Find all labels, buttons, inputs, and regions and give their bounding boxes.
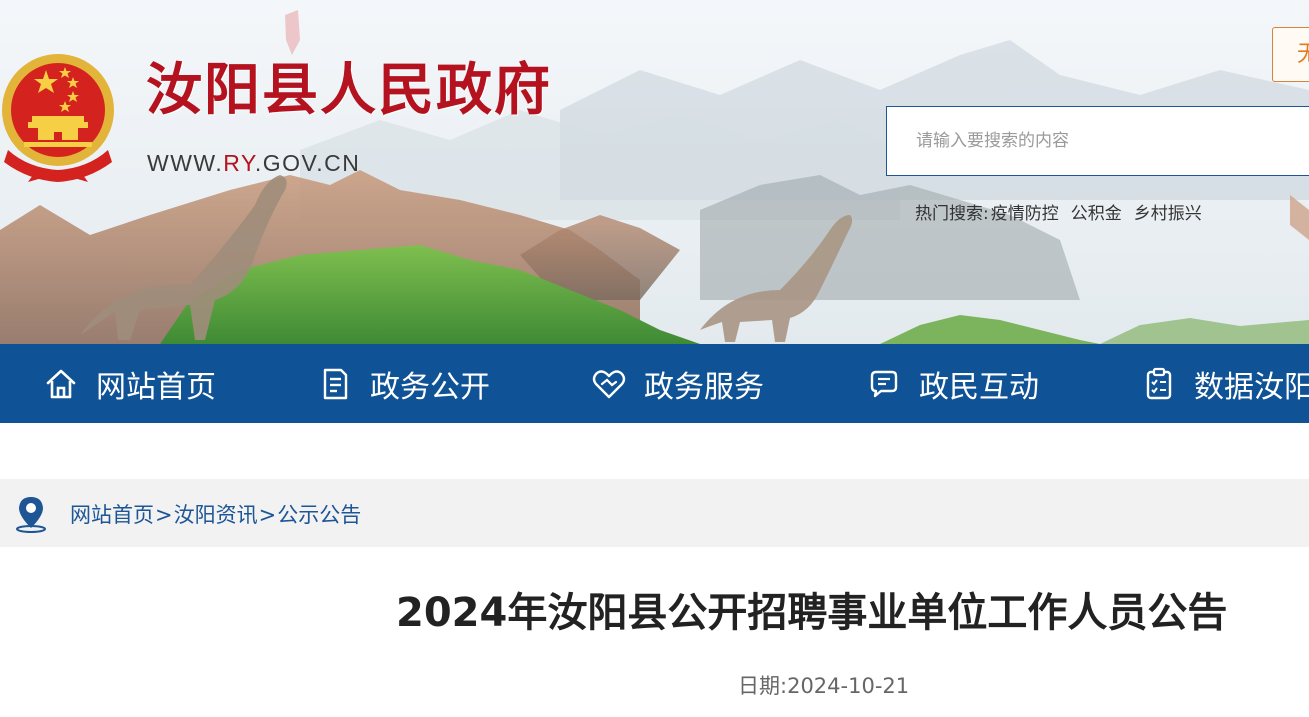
national-emblem-icon [2,54,114,182]
nav-label: 政务服务 [644,369,764,405]
chat-bubble-icon [865,365,903,403]
nav-label: 数据汝阳 [1194,369,1309,405]
site-url-prefix: WWW. [147,150,224,176]
nav-item-government-affairs[interactable]: 政务公开 [316,344,490,423]
site-url-suffix: .GOV.CN [254,150,361,176]
article-date-value: 2024-10-21 [787,674,910,698]
breadcrumb: 网站首页>汝阳资讯>公示公告 [0,479,1309,547]
clipboard-checklist-icon [1140,365,1178,403]
article-date-label: 日期: [738,674,788,698]
hot-search: 热门搜索: 疫情防控 公积金 乡村振兴 [915,199,1202,224]
breadcrumb-separator: > [155,503,173,527]
header-banner: 汝阳县人民政府 WWW.RY.GOV.CN 无 热门搜索:疫情防控公积金乡村振兴 [0,0,1309,344]
article-date: 日期:2024-10-21 [738,670,909,700]
breadcrumb-separator: > [258,503,277,527]
site-url: WWW.RY.GOV.CN [147,150,360,177]
nav-item-government-services[interactable]: 政务服务 [590,344,764,423]
nav-label: 政务公开 [370,369,490,405]
nav-label: 网站首页 [96,369,216,405]
home-icon [42,365,80,403]
document-icon [316,365,354,403]
hot-search-link[interactable]: 乡村振兴 [1134,204,1202,224]
breadcrumb-link-announcements[interactable]: 公示公告 [277,503,361,527]
nav-item-home[interactable]: 网站首页 [42,344,216,423]
hot-search-link[interactable]: 疫情防控 [991,204,1059,224]
breadcrumb-trail: 网站首页>汝阳资讯>公示公告 [70,499,361,529]
nav-item-public-interaction[interactable]: 政民互动 [865,344,1039,423]
handshake-heart-icon [590,365,628,403]
hot-search-link[interactable]: 公积金 [1071,204,1122,224]
nav-label: 政民互动 [919,369,1039,405]
location-pin-icon [16,497,46,533]
search-input[interactable] [887,107,1309,175]
search-box [886,106,1309,176]
nav-item-data-ruyang[interactable]: 数据汝阳 [1140,344,1309,423]
breadcrumb-link-news[interactable]: 汝阳资讯 [174,503,258,527]
breadcrumb-link-home[interactable]: 网站首页 [70,503,154,527]
site-url-highlight: RY [223,150,255,176]
main-nav: 网站首页 政务公开 政务服务 政民互动 数据汝阳 [0,344,1309,423]
hot-search-label: 热门搜索: [915,204,989,224]
site-title: 汝阳县人民政府 [146,57,552,123]
article-title: 2024年汝阳县公开招聘事业单位工作人员公告 [396,590,1228,636]
accessibility-button[interactable]: 无 [1272,27,1309,82]
